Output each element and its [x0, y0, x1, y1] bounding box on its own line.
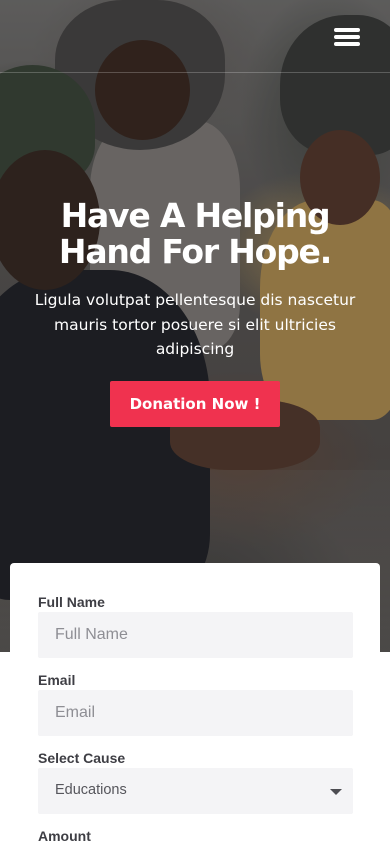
hero-title: Have A Helping Hand For Hope. [20, 198, 370, 270]
hero-subtitle: Ligula volutpat pellentesque dis nascetu… [34, 291, 356, 358]
menu-bar [334, 35, 360, 39]
amount-label: Amount [38, 828, 91, 844]
caret-down-icon [330, 789, 342, 795]
full-name-label: Full Name [38, 594, 105, 610]
hamburger-menu-icon[interactable] [330, 24, 364, 50]
hero-title-line-1: Have A Helping [60, 196, 331, 235]
donation-now-button[interactable]: Donation Now ! [110, 381, 280, 427]
select-cause-value: Educations [55, 782, 127, 798]
full-name-input[interactable] [38, 612, 353, 658]
hero-title-line-2: Hand For Hope. [58, 232, 332, 271]
email-input[interactable] [38, 690, 353, 736]
menu-bar [334, 28, 360, 32]
header-divider [0, 72, 390, 73]
select-cause-dropdown[interactable]: Educations [38, 768, 353, 814]
email-label: Email [38, 672, 76, 688]
select-cause-label: Select Cause [38, 750, 126, 766]
donation-form-card: Full Name Email Select Cause Educations … [10, 563, 380, 844]
hero-section: Have A Helping Hand For Hope. Ligula vol… [0, 0, 390, 652]
menu-bar [334, 42, 360, 46]
